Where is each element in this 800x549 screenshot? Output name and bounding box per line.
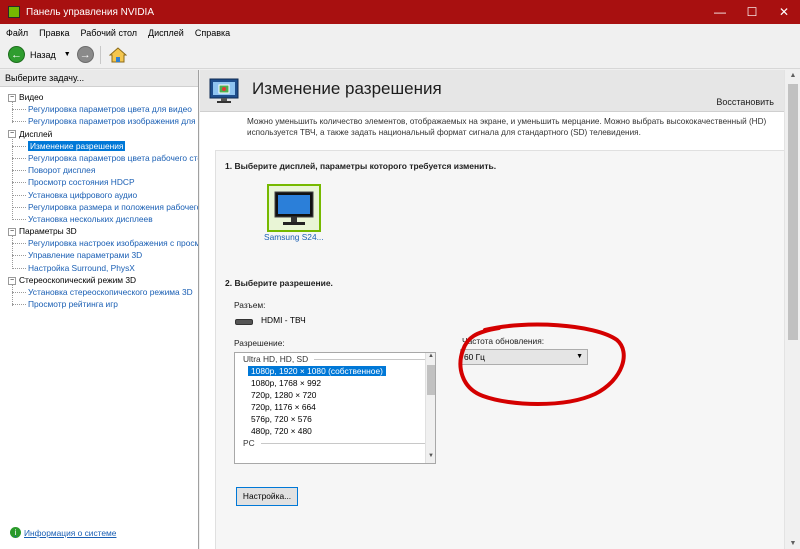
toolbar: ← Назад ▼ → [0, 41, 800, 69]
resolution-list[interactable]: Ultra HD, HD, SD 1080p, 1920 × 1080 (соб… [234, 352, 436, 464]
connector-label: Разъем: [234, 300, 266, 310]
display-name-label[interactable]: Samsung S24... [264, 232, 324, 242]
connector-value: HDMI - ТВЧ [261, 315, 306, 325]
back-arrow-icon[interactable]: ← [8, 46, 25, 63]
scroll-up-icon[interactable]: ▲ [426, 353, 435, 363]
back-button-label[interactable]: Назад [30, 50, 56, 60]
red-circle-annotation [458, 322, 626, 406]
menu-bar: Файл Правка Рабочий стол Дисплей Справка [0, 24, 800, 41]
tree-category-stereo[interactable]: − Стереоскопический режим 3D [0, 274, 198, 286]
monitor-icon [274, 191, 314, 225]
forward-arrow-icon[interactable]: → [76, 46, 94, 63]
resolution-item[interactable]: 720p, 1280 × 720 [235, 389, 435, 401]
resolution-item[interactable]: 576p, 720 × 576 [235, 413, 435, 425]
tree-item[interactable]: Поворот дисплея [0, 164, 198, 176]
settings-button[interactable]: Настройка... [236, 487, 298, 506]
info-icon: i [10, 527, 21, 538]
tree-item[interactable]: Установка цифрового аудио [0, 189, 198, 201]
menu-display[interactable]: Дисплей [148, 28, 184, 38]
tree-item[interactable]: Управление параметрами 3D [0, 249, 198, 261]
collapse-icon[interactable]: − [8, 130, 16, 139]
tree-item[interactable]: Просмотр рейтинга игр [0, 298, 198, 310]
scroll-thumb[interactable] [427, 365, 435, 395]
menu-desktop[interactable]: Рабочий стол [81, 28, 138, 38]
maximize-icon[interactable]: ☐ [736, 0, 768, 24]
tree-item[interactable]: Установка стереоскопического режима 3D [0, 286, 198, 298]
task-panel: Выберите задачу... − Видео Регулировка па… [0, 70, 199, 549]
page-header: Изменение разрешения Восстановить [200, 70, 784, 112]
tree-item[interactable]: Настройка Surround, PhysX [0, 262, 198, 274]
menu-edit[interactable]: Правка [39, 28, 69, 38]
title-bar: Панель управления NVIDIA — ☐ ✕ [0, 0, 800, 24]
tree-item[interactable]: Регулировка параметров цвета рабочего ст… [0, 152, 198, 164]
minimize-icon[interactable]: — [704, 0, 736, 24]
restore-defaults-link[interactable]: Восстановить [716, 97, 774, 107]
scroll-thumb[interactable] [788, 84, 798, 340]
resolution-label: Разрешение: [234, 338, 285, 348]
nvidia-app-icon [8, 6, 20, 18]
dropdown-arrow-icon[interactable]: ▼ [64, 51, 71, 58]
collapse-icon[interactable]: − [8, 227, 16, 236]
resolution-item[interactable]: 1080p, 1768 × 992 [235, 377, 435, 389]
resolution-group-header: Ultra HD, HD, SD [235, 353, 435, 365]
resolution-group-header: PC [235, 437, 435, 449]
resolution-item[interactable]: 1080p, 1920 × 1080 (собственное) [235, 365, 435, 377]
home-icon[interactable] [108, 46, 127, 64]
menu-file[interactable]: Файл [6, 28, 28, 38]
resolution-item[interactable]: 720p, 1176 × 664 [235, 401, 435, 413]
page-description: Можно уменьшить количество элементов, от… [247, 117, 767, 137]
task-panel-heading: Выберите задачу... [0, 70, 198, 87]
display-settings-icon [209, 78, 239, 103]
tree-item[interactable]: Просмотр состояния HDCP [0, 176, 198, 188]
resolution-item[interactable]: 480p, 720 × 480 [235, 425, 435, 437]
page-title: Изменение разрешения [252, 79, 442, 98]
step2-title: 2. Выберите разрешение. [225, 278, 333, 288]
scroll-down-icon[interactable]: ▼ [426, 453, 435, 463]
tree-item[interactable]: Регулировка параметров цвета для видео [0, 103, 198, 115]
task-tree: − Видео Регулировка параметров цвета для … [0, 87, 198, 310]
main-panel: Изменение разрешения Восстановить Можно … [200, 70, 784, 549]
scroll-up-icon[interactable]: ▲ [785, 72, 800, 79]
main-scrollbar[interactable]: ▲ ▼ [784, 70, 800, 549]
step1-title: 1. Выберите дисплей, параметры которого … [225, 161, 497, 171]
toolbar-separator [99, 45, 101, 64]
tree-category-video[interactable]: − Видео [0, 91, 198, 103]
tree-item[interactable]: Регулировка настроек изображения с просм… [0, 237, 198, 249]
tree-item[interactable]: Регулировка параметров изображения для в… [0, 115, 198, 127]
settings-content: 1. Выберите дисплей, параметры которого … [215, 150, 784, 549]
tree-category-3d[interactable]: − Параметры 3D [0, 225, 198, 237]
resolution-list-scrollbar[interactable]: ▲ ▼ [425, 353, 435, 463]
close-icon[interactable]: ✕ [768, 0, 800, 24]
display-monitor-icon[interactable] [267, 184, 321, 232]
hdmi-icon [235, 319, 253, 325]
system-info-link[interactable]: i Информация о системе [10, 527, 116, 538]
menu-help[interactable]: Справка [195, 28, 230, 38]
tree-item[interactable]: Установка нескольких дисплеев [0, 213, 198, 225]
collapse-icon[interactable]: − [8, 93, 16, 102]
tree-category-display[interactable]: − Дисплей [0, 128, 198, 140]
tree-item[interactable]: Регулировка размера и положения рабочего… [0, 201, 198, 213]
window-title: Панель управления NVIDIA [26, 6, 154, 18]
scroll-down-icon[interactable]: ▼ [785, 540, 800, 547]
tree-item-change-resolution[interactable]: Изменение разрешения [0, 140, 198, 152]
collapse-icon[interactable]: − [8, 276, 16, 285]
